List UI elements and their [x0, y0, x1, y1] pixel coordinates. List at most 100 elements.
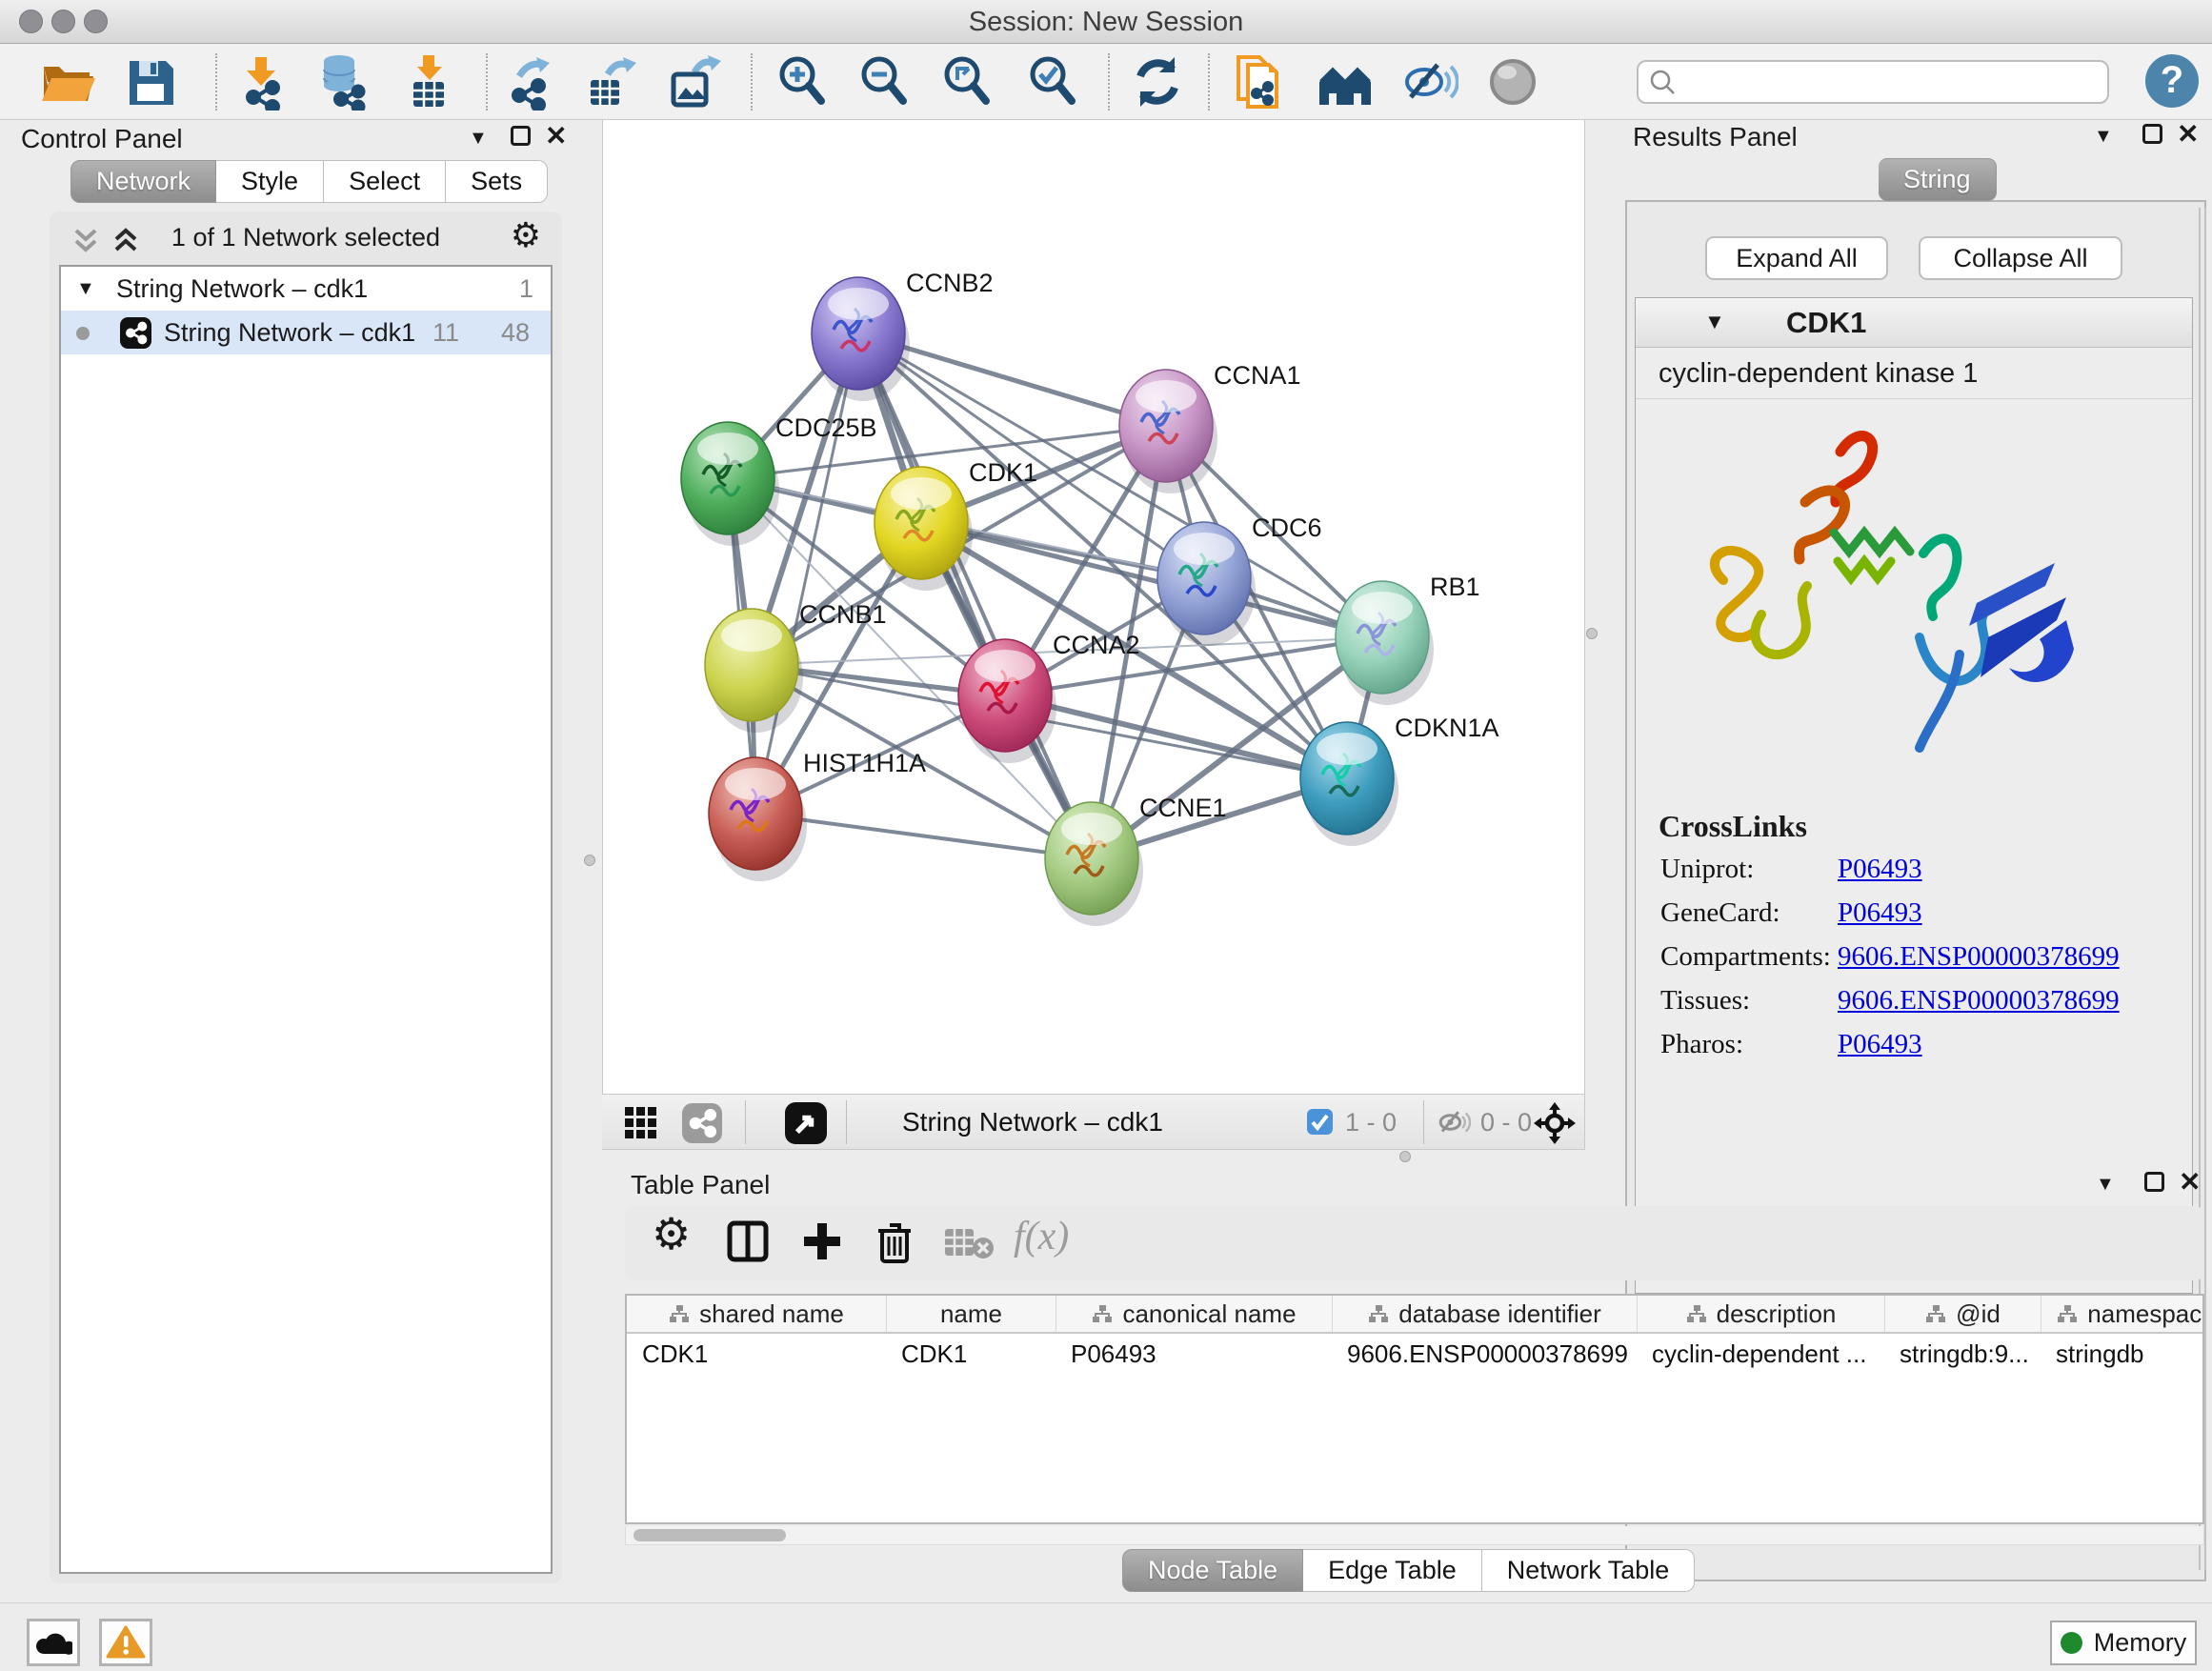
- pan-crosshair-icon[interactable]: [1534, 1102, 1576, 1144]
- tab-select[interactable]: Select: [324, 160, 446, 203]
- zoom-in-icon[interactable]: [774, 53, 831, 111]
- grid-view-icon[interactable]: [623, 1105, 659, 1141]
- string-home-icon[interactable]: [1317, 53, 1375, 111]
- network-node-ccne1[interactable]: [1045, 802, 1143, 926]
- table-cell[interactable]: stringdb:9...: [1884, 1334, 2041, 1374]
- panel-close-icon[interactable]: ✕: [2177, 118, 2199, 150]
- network-node-cdkn1a[interactable]: [1300, 722, 1398, 846]
- crosslink-link[interactable]: P06493: [1838, 854, 1922, 885]
- export-table-icon[interactable]: [583, 53, 640, 111]
- table-row[interactable]: CDK1CDK1P064939606.ENSP00000378699cyclin…: [627, 1334, 2202, 1374]
- memory-button[interactable]: Memory: [2050, 1621, 2197, 1665]
- column-header--id[interactable]: @id: [1884, 1296, 2041, 1332]
- column-header-database-identifier[interactable]: database identifier: [1332, 1296, 1637, 1332]
- birds-eye-view-icon[interactable]: [785, 1102, 827, 1144]
- selected-checkbox-icon[interactable]: [1307, 1109, 1333, 1135]
- panel-close-icon[interactable]: ✕: [545, 120, 567, 151]
- panel-menu-icon[interactable]: ▼: [2096, 1174, 2115, 1196]
- search-field[interactable]: [1637, 60, 2109, 104]
- export-image-icon[interactable]: [666, 53, 723, 111]
- toolbar-separator: [846, 1100, 847, 1144]
- network-edge[interactable]: [755, 333, 858, 814]
- column-header-label: database identifier: [1398, 1299, 1600, 1329]
- export-network-icon[interactable]: [502, 53, 559, 111]
- crosslink-link[interactable]: 9606.ENSP00000378699: [1838, 941, 2120, 973]
- splitter-handle[interactable]: [584, 855, 595, 866]
- column-header-namespace[interactable]: namespace: [2041, 1296, 2204, 1332]
- cloud-status-button[interactable]: [27, 1619, 80, 1666]
- collapse-all-button[interactable]: Collapse All: [1919, 236, 2122, 280]
- panel-menu-icon[interactable]: ▼: [469, 128, 488, 150]
- column-header-shared-name[interactable]: shared name: [627, 1296, 886, 1332]
- table-cell[interactable]: 9606.ENSP00000378699: [1332, 1334, 1637, 1374]
- column-header-canonical-name[interactable]: canonical name: [1056, 1296, 1332, 1332]
- section-collapse-icon[interactable]: ▼: [1704, 310, 1725, 334]
- help-button[interactable]: ?: [2145, 54, 2199, 108]
- network-node-ccnb1[interactable]: [705, 609, 803, 733]
- panel-close-icon[interactable]: ✕: [2179, 1166, 2201, 1198]
- network-share-view-icon[interactable]: [682, 1103, 722, 1143]
- expand-all-button[interactable]: Expand All: [1705, 236, 1888, 280]
- tab-string[interactable]: String: [1879, 158, 1997, 201]
- tab-edge-table[interactable]: Edge Table: [1303, 1549, 1482, 1592]
- table-cell[interactable]: P06493: [1056, 1334, 1332, 1374]
- zoom-fit-content-icon[interactable]: [938, 53, 995, 111]
- zoom-out-icon[interactable]: [855, 53, 913, 111]
- node-table[interactable]: shared namenamecanonical name database id…: [625, 1294, 2204, 1524]
- delete-column-icon[interactable]: [871, 1218, 918, 1265]
- import-table-file-icon[interactable]: [400, 53, 457, 111]
- add-column-icon[interactable]: [798, 1218, 846, 1265]
- table-hscrollbar[interactable]: [625, 1526, 2204, 1545]
- tab-style[interactable]: Style: [216, 160, 324, 203]
- network-collection-row[interactable]: ▼ String Network – cdk1 1: [61, 267, 551, 311]
- panel-menu-icon[interactable]: ▼: [2094, 126, 2113, 148]
- crosslink-link[interactable]: P06493: [1838, 897, 1922, 929]
- crosslink-link[interactable]: 9606.ENSP00000378699: [1838, 985, 2120, 1017]
- table-cell[interactable]: cyclin-dependent ...: [1637, 1334, 1884, 1374]
- column-header-description[interactable]: description: [1637, 1296, 1884, 1332]
- save-session-icon[interactable]: [122, 53, 179, 111]
- show-graphics-details-icon[interactable]: [1484, 53, 1541, 111]
- table-options-gear-icon[interactable]: ⚙: [652, 1208, 691, 1259]
- gene-section-header[interactable]: ▼ CDK1: [1636, 298, 2192, 348]
- table-hscroll-thumb[interactable]: [633, 1529, 786, 1541]
- splitter-handle[interactable]: [1586, 628, 1598, 639]
- panel-float-icon[interactable]: [2142, 124, 2162, 144]
- network-node-ccnb2[interactable]: [812, 277, 910, 401]
- refresh-layout-icon[interactable]: [1129, 53, 1186, 111]
- title-bar: Session: New Session: [0, 0, 2212, 44]
- network-canvas[interactable]: CCNB2CCNA1CDC25BCDK1CDC6RB1CCNB1CCNA2CDK…: [602, 120, 1585, 1094]
- network-node-cdc6[interactable]: [1157, 522, 1256, 646]
- table-cell[interactable]: stringdb: [2041, 1334, 2204, 1374]
- zoom-selected-icon[interactable]: [1024, 53, 1081, 111]
- search-input[interactable]: [1677, 68, 2086, 97]
- network-node-rb1[interactable]: [1336, 581, 1434, 705]
- network-graph[interactable]: CCNB2CCNA1CDC25BCDK1CDC6RB1CCNB1CCNA2CDK…: [603, 120, 1586, 1094]
- crosslink-link[interactable]: P06493: [1838, 1029, 1922, 1060]
- tab-sets[interactable]: Sets: [446, 160, 548, 203]
- panel-float-icon[interactable]: [511, 126, 531, 146]
- import-network-database-icon[interactable]: [314, 53, 372, 111]
- control-panel-tabs: Network Style Select Sets: [70, 160, 548, 203]
- warning-status-button[interactable]: [99, 1619, 152, 1666]
- tab-node-table[interactable]: Node Table: [1122, 1549, 1303, 1592]
- table-cell[interactable]: CDK1: [627, 1334, 886, 1374]
- enhanced-graphics-hide-icon[interactable]: [1401, 53, 1458, 111]
- show-columns-icon[interactable]: [724, 1218, 772, 1265]
- network-options-gear-icon[interactable]: ⚙: [511, 215, 541, 255]
- network-node-cdk1[interactable]: [875, 467, 973, 591]
- network-row[interactable]: String Network – cdk1 11 48: [61, 311, 551, 354]
- column-header-name[interactable]: name: [886, 1296, 1056, 1332]
- tab-network[interactable]: Network: [70, 160, 216, 203]
- control-panel-title: Control Panel: [21, 124, 183, 154]
- table-cell[interactable]: CDK1: [886, 1334, 1056, 1374]
- string-protein-query-icon[interactable]: [1233, 53, 1290, 111]
- tab-network-table[interactable]: Network Table: [1482, 1549, 1696, 1592]
- network-edge[interactable]: [858, 333, 1092, 858]
- collection-expand-icon[interactable]: ▼: [76, 267, 95, 311]
- import-network-file-icon[interactable]: [234, 53, 292, 111]
- panel-float-icon[interactable]: [2144, 1172, 2164, 1192]
- open-session-icon[interactable]: [38, 53, 95, 111]
- network-node-hist1h1a[interactable]: [709, 757, 807, 881]
- network-node-ccna2[interactable]: [958, 639, 1056, 763]
